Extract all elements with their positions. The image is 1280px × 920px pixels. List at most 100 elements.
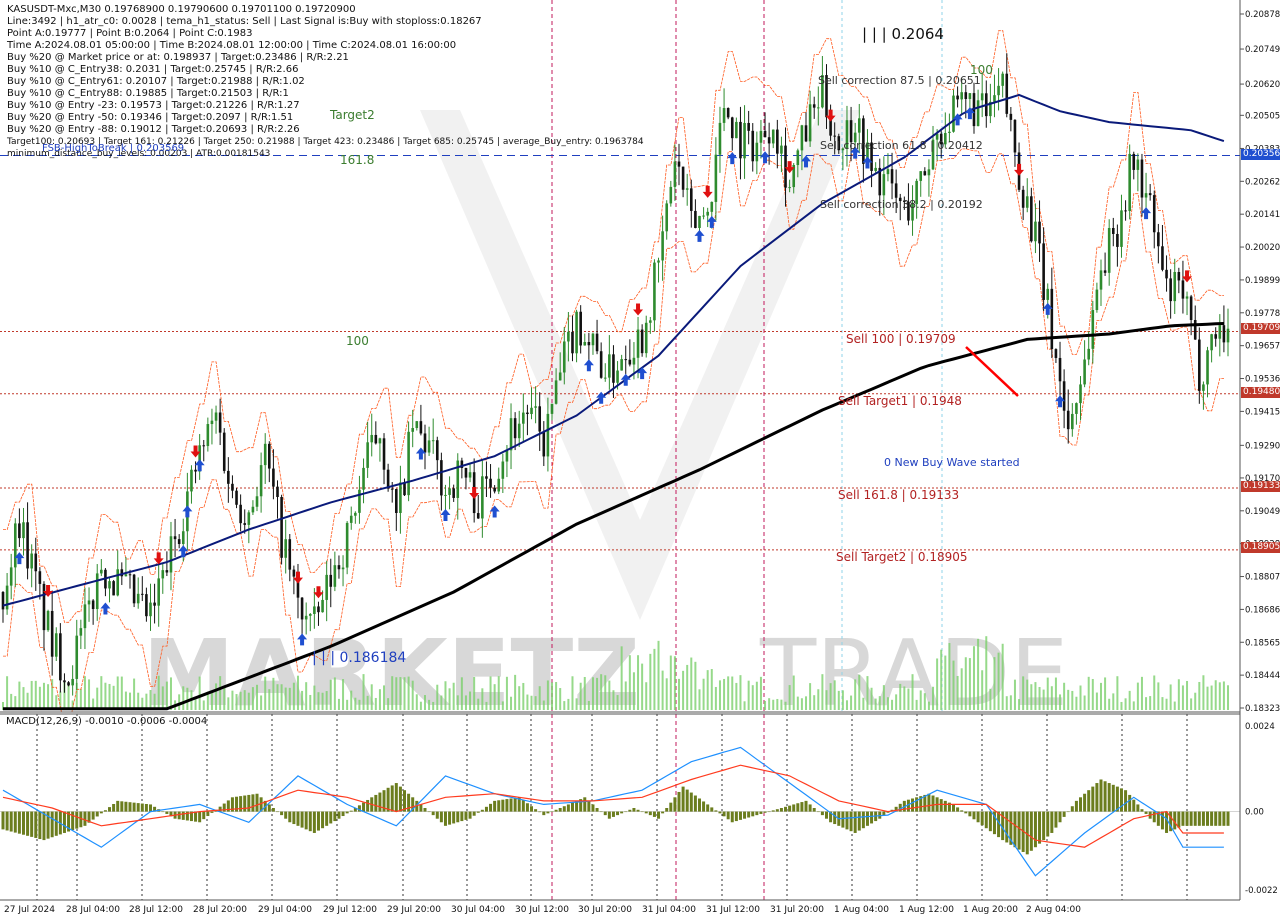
volume-bar <box>1038 686 1041 710</box>
volume-bar <box>264 676 267 710</box>
candle-body <box>993 95 996 102</box>
volume-bar <box>673 656 676 710</box>
price-tag-value: 0.19709 <box>1243 323 1280 333</box>
volume-bar <box>874 698 877 710</box>
macd-histogram-bar <box>206 811 210 817</box>
candle-body <box>288 539 292 570</box>
candle-body <box>177 539 181 544</box>
volume-bar <box>333 677 336 710</box>
candle-body <box>1058 357 1062 382</box>
candle-body <box>181 531 185 544</box>
macd-histogram-bar <box>640 811 644 813</box>
volume-bar <box>751 685 754 710</box>
macd-histogram-bar <box>554 809 558 812</box>
macd-histogram-bar <box>599 811 603 813</box>
volume-bar <box>522 682 525 710</box>
macd-histogram-bar <box>493 800 497 812</box>
candle-body <box>136 593 140 604</box>
candle-body <box>968 93 972 99</box>
volume-bar <box>268 689 271 710</box>
price-tick-label: 0.19899 <box>1245 276 1280 286</box>
candle-body <box>415 421 419 429</box>
volume-bar <box>18 681 21 710</box>
volume-bar <box>628 655 631 710</box>
macd-histogram-bar <box>620 811 624 814</box>
volume-bar <box>432 701 435 710</box>
candle-body <box>1091 310 1095 349</box>
macd-histogram-bar <box>755 811 759 816</box>
candle-body <box>509 418 513 451</box>
header-line: Buy %10 @ Entry -23: 0.19573 | Target:0.… <box>7 100 300 111</box>
volume-bar <box>546 680 549 710</box>
price-tag-161: 0.19133 <box>1241 481 1280 492</box>
volume-bar <box>1054 677 1057 710</box>
volume-bar <box>669 655 672 710</box>
candle-body <box>567 331 570 342</box>
candle-body <box>333 565 337 587</box>
watermark-left: MARKETZ <box>143 620 640 727</box>
candle-body <box>587 342 591 346</box>
volume-bar <box>882 685 885 710</box>
candle-body <box>616 370 619 383</box>
volume-bar <box>575 698 578 710</box>
macd-histogram-bar <box>316 811 320 831</box>
volume-bar <box>1153 675 1156 710</box>
macd-histogram-bar <box>1140 809 1144 812</box>
volume-bar <box>690 657 693 710</box>
volume-bar <box>825 690 828 710</box>
volume-bar <box>764 700 767 710</box>
macd-histogram-bar <box>1144 811 1148 814</box>
volume-bar <box>305 682 308 710</box>
volume-bar <box>944 655 947 710</box>
candle-body <box>1071 413 1074 430</box>
candle-body <box>1193 320 1197 340</box>
volume-bar <box>440 695 443 710</box>
price-tag-value: 0.18905 <box>1243 542 1280 552</box>
volume-bar <box>272 677 275 710</box>
volume-bar <box>1218 682 1221 710</box>
volume-bar <box>534 696 537 710</box>
volume-bar <box>833 680 836 710</box>
macd-histogram-bar <box>931 795 935 812</box>
volume-bar <box>948 643 951 710</box>
candle-body <box>374 434 378 444</box>
candle-body <box>263 443 267 466</box>
volume-bar <box>1075 696 1078 710</box>
volume-bar <box>686 664 689 710</box>
volume-bar <box>444 681 447 710</box>
candle-body <box>366 442 369 468</box>
volume-bar <box>301 690 304 710</box>
candle-body <box>95 573 99 610</box>
volume-bar <box>215 683 218 710</box>
macd-histogram-bar <box>120 801 124 812</box>
candle-body <box>116 569 120 596</box>
candle-body <box>661 231 664 261</box>
candle-body <box>628 359 632 365</box>
volume-bar <box>1116 676 1119 710</box>
header-line: Buy %20 @ Market price or at: 0.198937 |… <box>7 52 349 63</box>
macd-histogram-bar <box>693 795 697 812</box>
candle-body <box>337 565 341 570</box>
macd-histogram-bar <box>1222 811 1226 826</box>
price-tag-fsb: 0.20356 <box>1241 149 1280 160</box>
volume-bar <box>841 690 844 710</box>
volume-bar <box>419 701 422 710</box>
macd-histogram-bar <box>751 811 755 817</box>
volume-bar <box>563 701 566 710</box>
macd-histogram-bar <box>419 804 423 812</box>
volume-bar <box>858 674 861 710</box>
price-tick-label: 0.20505 <box>1245 111 1280 121</box>
candle-body <box>948 131 951 133</box>
macd-histogram-bar <box>165 811 169 814</box>
price-tick-label: 0.19290 <box>1245 441 1280 451</box>
macd-title: MACD(12,26,9) -0.0010 -0.0006 -0.0004 <box>6 716 208 727</box>
volume-bar <box>47 684 50 710</box>
volume-bar <box>493 684 496 710</box>
macd-histogram-bar <box>501 799 505 812</box>
candle-body <box>1218 325 1222 339</box>
macd-histogram-bar <box>800 802 804 812</box>
volume-bar <box>854 679 857 710</box>
candle-body <box>444 494 447 496</box>
candle-body <box>1226 328 1230 343</box>
candle-body <box>579 311 582 346</box>
